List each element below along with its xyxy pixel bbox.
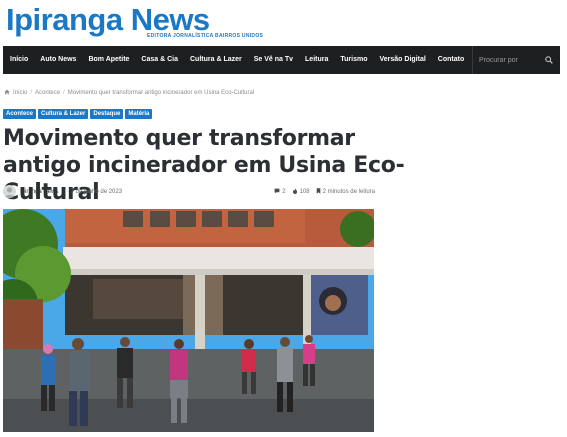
views-stat: 108	[292, 188, 310, 196]
clock-icon: ·	[67, 189, 69, 195]
search-input[interactable]: Procurar por	[473, 57, 542, 64]
breadcrumb-separator: /	[30, 90, 33, 96]
bookmark-icon	[316, 188, 321, 196]
nav-item-leitura[interactable]: Leitura	[299, 46, 334, 74]
logo-tagline: EDITORA JORNALÍSTICA BAIRROS UNIDOS	[147, 33, 264, 39]
nav-item-turismo[interactable]: Turismo	[334, 46, 373, 74]
article-meta: Ipiranga News · 7 de junho de 2023 2 108…	[3, 185, 375, 199]
comments-count: 2	[282, 189, 286, 195]
featured-image	[3, 209, 374, 432]
nav-item-contato[interactable]: Contato	[432, 46, 470, 74]
read-time: 2 minutos de leitura	[322, 189, 375, 195]
breadcrumb-separator: /	[63, 90, 65, 96]
comment-icon	[274, 188, 280, 196]
fire-icon	[292, 188, 298, 196]
breadcrumb-current: Movimento quer transformar antigo incine…	[67, 90, 255, 96]
article-stats: 2 108 2 minutos de leitura	[274, 188, 375, 196]
breadcrumb-category[interactable]: Acontece	[35, 90, 60, 96]
nav-item-versao-digital[interactable]: Versão Digital	[373, 46, 431, 74]
site-header: Ipiranga News EDITORA JORNALÍSTICA BAIRR…	[0, 0, 567, 46]
breadcrumb: Início / Acontece / Movimento quer trans…	[4, 89, 254, 97]
avatar[interactable]	[3, 185, 16, 198]
site-logo[interactable]: Ipiranga News EDITORA JORNALÍSTICA BAIRR…	[6, 2, 263, 42]
tag-cultura-lazer[interactable]: Cultura & Lazer	[38, 109, 89, 119]
read-time-stat: 2 minutos de leitura	[316, 188, 375, 196]
category-tags: Acontece Cultura & Lazer Destaque Matéri…	[3, 109, 153, 119]
views-count: 108	[299, 189, 310, 195]
breadcrumb-home[interactable]: Início	[13, 90, 27, 96]
publish-date-text: 7 de junho de 2023	[70, 189, 123, 195]
search-icon[interactable]	[542, 46, 556, 74]
main-navigation: Início Auto News Bom Apetite Casa & Cia …	[3, 46, 560, 74]
nav-item-bom-apetite[interactable]: Bom Apetite	[82, 46, 135, 74]
nav-item-inicio[interactable]: Início	[3, 46, 34, 74]
nav-item-se-ve-na-tv[interactable]: Se Vê na Tv	[248, 46, 299, 74]
nav-item-auto-news[interactable]: Auto News	[34, 46, 82, 74]
comments-stat[interactable]: 2	[274, 188, 286, 196]
tag-destaque[interactable]: Destaque	[90, 109, 124, 119]
tag-materia[interactable]: Matéria	[125, 109, 153, 119]
search-box[interactable]: Procurar por	[472, 46, 560, 74]
featured-photo-illustration	[3, 209, 374, 432]
tag-acontece[interactable]: Acontece	[3, 109, 37, 119]
home-icon	[4, 89, 10, 97]
publish-date: · 7 de junho de 2023	[67, 189, 122, 195]
nav-item-cultura-lazer[interactable]: Cultura & Lazer	[184, 46, 248, 74]
author-name[interactable]: Ipiranga News	[20, 189, 58, 195]
nav-item-casa-cia[interactable]: Casa & Cia	[135, 46, 184, 74]
